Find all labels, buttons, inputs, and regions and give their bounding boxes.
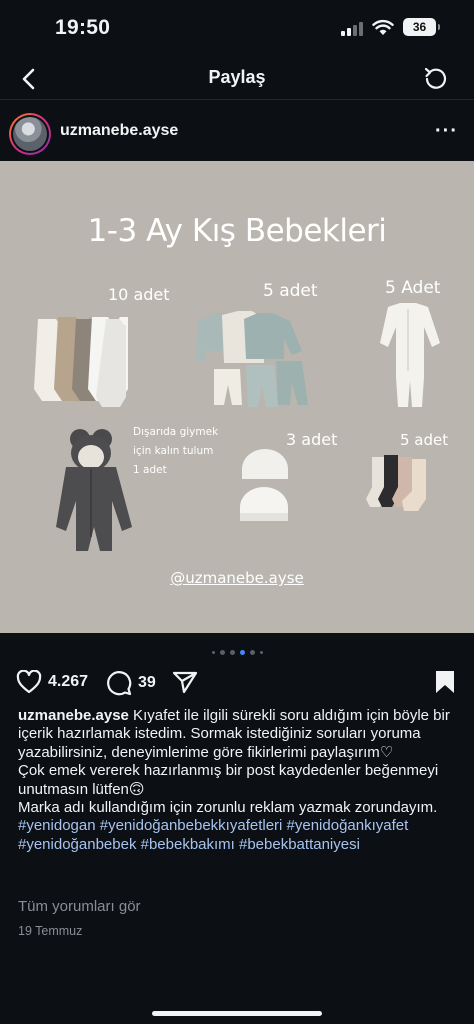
image-handle: @uzmanebe.ayse [170,569,304,587]
post-header: uzmanebe.ayse ··· [0,101,474,161]
avatar[interactable] [9,113,51,155]
view-all-comments-link[interactable]: Tüm yorumları gör [18,898,141,915]
like-count: 4.267 [48,673,89,690]
bodysuit-icon [34,317,128,407]
refresh-button[interactable] [418,61,454,97]
home-indicator[interactable] [152,1011,322,1016]
caption-text: Çok emek vererek hazırlanmış bir post ka… [18,762,439,798]
like-button[interactable]: 4.267 [16,670,88,694]
clothing-illustrations [34,303,440,551]
top-nav: Paylaş [0,58,474,100]
caption-hashtags[interactable]: #yenidogan #yenidoğanbebekkıyafetleri #y… [18,817,458,854]
share-button[interactable] [172,670,198,694]
battery-indicator: 36 [403,18,440,36]
post-actions: 4.267 39 [0,664,474,698]
set-icon [196,311,308,407]
share-icon [172,671,198,694]
bookmark-icon [436,671,454,693]
save-button[interactable] [434,669,456,695]
carousel-dot [249,649,255,655]
wifi-icon [372,19,394,35]
post-date: 19 Temmuz [18,924,83,938]
carousel-dot-active [239,649,245,655]
heart-icon [16,670,42,694]
carousel-dot [259,650,263,654]
signal-icon [341,22,365,36]
post-username[interactable]: uzmanebe.ayse [60,122,178,140]
caption-text: Marka adı kullandığım için zorunlu rekla… [18,799,438,817]
comment-count: 39 [138,674,156,691]
post-caption: uzmanebe.ayse Kıyafet ile ilgili sürekli… [18,707,458,854]
comment-button[interactable]: 39 [106,670,156,696]
carousel-dot [229,649,235,655]
page-title: Paylaş [208,67,266,87]
carousel-indicator [0,648,474,656]
post-image[interactable]: 1-3 Ay Kış Bebekleri 10 adet 5 adet 5 Ad… [0,161,474,633]
sleepsuit-icon [380,303,440,407]
snowsuit-icon [56,429,132,551]
hat-icon [240,449,288,521]
carousel-dot [211,650,215,654]
caption-username[interactable]: uzmanebe.ayse [18,707,129,724]
status-bar: 19:50 36 [0,0,474,58]
carousel-dot [219,649,225,655]
status-time: 19:50 [55,16,111,39]
socks-icon [366,455,426,511]
comment-icon [107,671,132,696]
more-icon[interactable]: ··· [435,120,458,143]
refresh-icon [424,67,447,89]
